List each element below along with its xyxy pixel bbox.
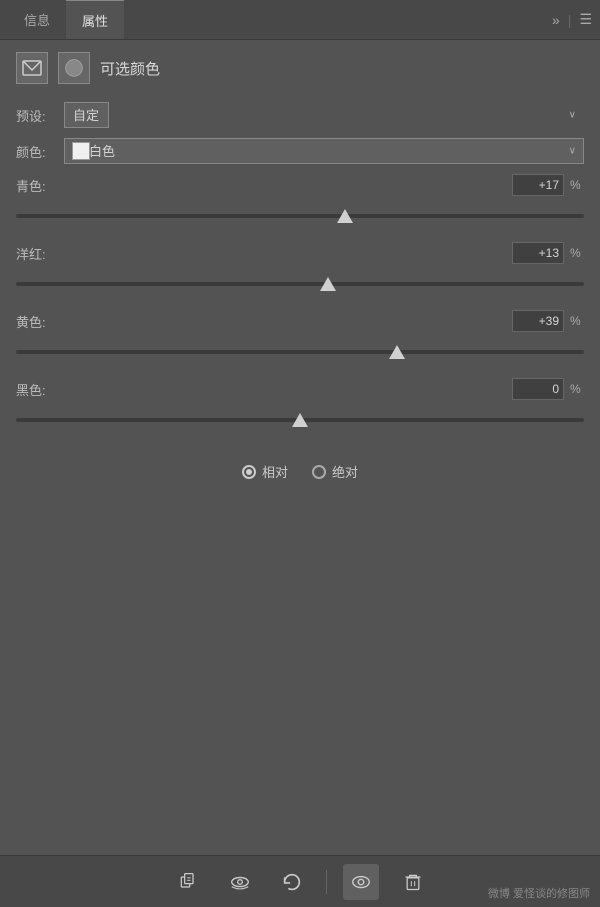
eye-button[interactable] — [343, 864, 379, 900]
magenta-top-row: 洋红: +13 % — [16, 242, 584, 264]
preset-label: 预设: — [16, 106, 56, 125]
cyan-track-container — [16, 202, 584, 230]
black-track — [16, 418, 584, 422]
cyan-value-row: +17 % — [512, 174, 584, 196]
menu-icon[interactable]: ☰ — [579, 11, 592, 28]
yellow-track — [16, 350, 584, 354]
radio-absolute-outer — [312, 465, 326, 479]
radio-relative-outer — [242, 465, 256, 479]
cyan-input[interactable]: +17 — [512, 174, 564, 196]
radio-absolute-label: 绝对 — [332, 462, 358, 481]
black-unit: % — [570, 382, 584, 396]
panel-title: 可选颜色 — [100, 58, 160, 79]
envelope-icon-btn[interactable] — [16, 52, 48, 84]
watermark: 微博 爱怪谈的修图师 — [488, 885, 590, 901]
circle-icon-btn[interactable] — [58, 52, 90, 84]
panel: 信息 属性 » | ☰ — [0, 0, 600, 907]
black-top-row: 黑色: 0 % — [16, 378, 584, 400]
tab-info[interactable]: 信息 — [8, 0, 66, 39]
magenta-track-container — [16, 270, 584, 298]
preset-select-wrapper[interactable]: 自定 — [64, 102, 584, 128]
yellow-value-row: +39 % — [512, 310, 584, 332]
black-slider-section: 黑色: 0 % — [16, 378, 584, 434]
cyan-top-row: 青色: +17 % — [16, 174, 584, 196]
preset-row: 预设: 自定 — [16, 102, 584, 128]
magenta-input[interactable]: +13 — [512, 242, 564, 264]
link-stamp-button[interactable] — [170, 864, 206, 900]
magenta-track — [16, 282, 584, 286]
color-select[interactable]: 白色 — [64, 138, 584, 164]
tab-icons: » | ☰ — [552, 11, 592, 28]
header-row: 可选颜色 — [16, 52, 584, 84]
black-track-container — [16, 406, 584, 434]
cyan-slider-section: 青色: +17 % — [16, 174, 584, 230]
magenta-unit: % — [570, 246, 584, 260]
yellow-unit: % — [570, 314, 584, 328]
yellow-slider-section: 黄色: +39 % — [16, 310, 584, 366]
black-value-row: 0 % — [512, 378, 584, 400]
cyan-track — [16, 214, 584, 218]
radio-relative-label: 相对 — [262, 462, 288, 481]
toolbar-separator — [326, 870, 327, 894]
radio-group: 相对 绝对 — [16, 462, 584, 481]
yellow-label: 黄色: — [16, 312, 46, 331]
magenta-value-row: +13 % — [512, 242, 584, 264]
radio-absolute[interactable]: 绝对 — [312, 462, 358, 481]
preset-select[interactable]: 自定 — [64, 102, 109, 128]
magenta-slider-section: 洋红: +13 % — [16, 242, 584, 298]
color-select-wrapper[interactable]: 白色 — [64, 138, 584, 164]
radio-relative-inner — [246, 469, 252, 475]
color-row: 颜色: 白色 — [16, 138, 584, 164]
eye-layers-button[interactable] — [222, 864, 258, 900]
tab-properties[interactable]: 属性 — [66, 0, 124, 39]
radio-relative[interactable]: 相对 — [242, 462, 288, 481]
cyan-label: 青色: — [16, 176, 46, 195]
yellow-input[interactable]: +39 — [512, 310, 564, 332]
expand-icon[interactable]: » — [552, 12, 560, 28]
trash-button[interactable] — [395, 864, 431, 900]
color-label: 颜色: — [16, 142, 56, 161]
cyan-unit: % — [570, 178, 584, 192]
yellow-track-container — [16, 338, 584, 366]
black-input[interactable]: 0 — [512, 378, 564, 400]
divider: | — [568, 12, 572, 28]
reset-button[interactable] — [274, 864, 310, 900]
magenta-label: 洋红: — [16, 244, 46, 263]
panel-content: 可选颜色 预设: 自定 颜色: 白色 青色: — [0, 40, 600, 855]
yellow-top-row: 黄色: +39 % — [16, 310, 584, 332]
tab-bar: 信息 属性 » | ☰ — [0, 0, 600, 40]
black-label: 黑色: — [16, 380, 46, 399]
